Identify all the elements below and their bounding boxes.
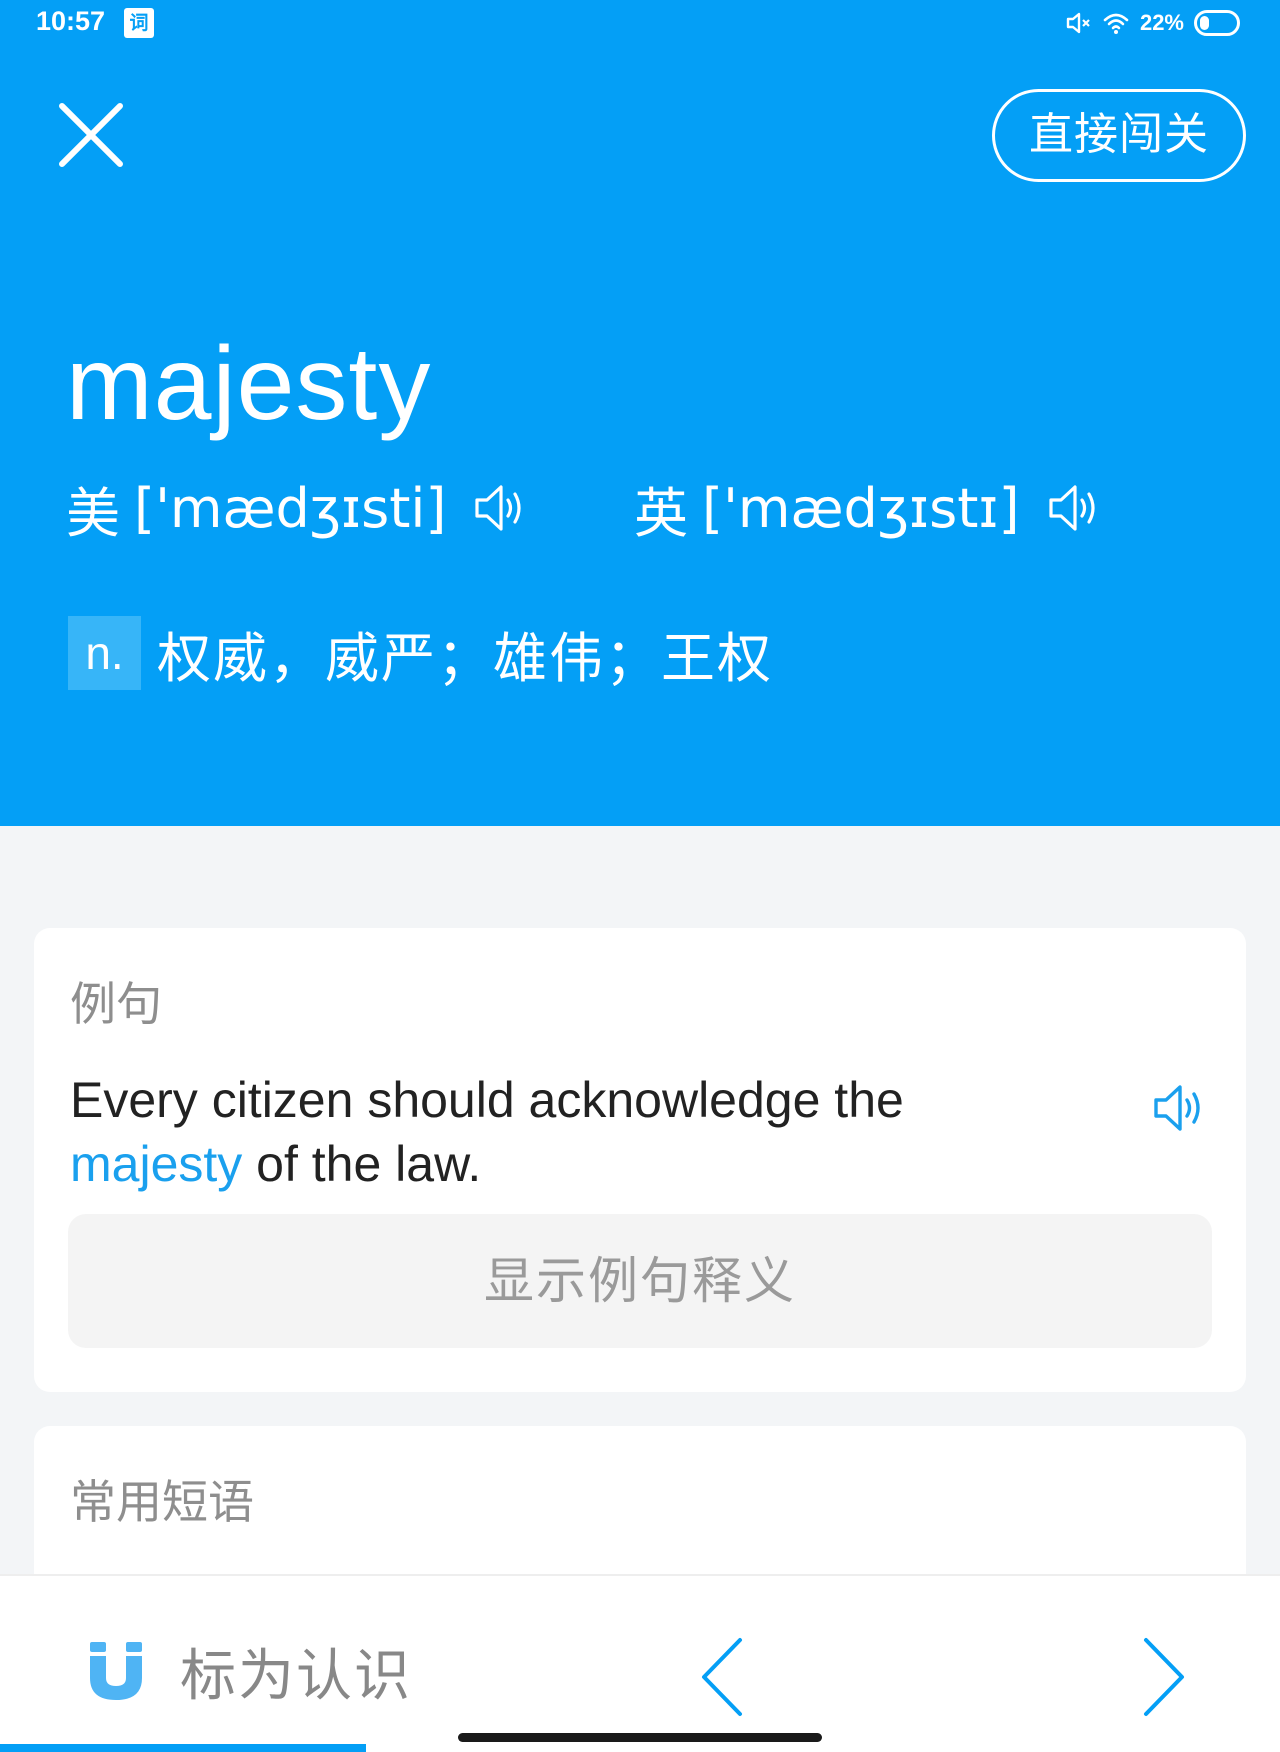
uk-speaker-icon[interactable] xyxy=(1046,479,1104,537)
example-highlight-word: majesty xyxy=(70,1136,243,1192)
status-time: 10:57 xyxy=(36,6,106,36)
mark-known-label: 标为认识 xyxy=(180,1643,412,1709)
progress-indicator xyxy=(0,1744,366,1752)
wifi-icon xyxy=(1103,13,1129,34)
chevron-right-icon[interactable] xyxy=(1134,1632,1194,1722)
direct-pass-button[interactable]: 直接闯关 xyxy=(992,89,1246,182)
close-icon[interactable] xyxy=(56,100,126,170)
example-sentence-after: of the law. xyxy=(242,1136,482,1192)
example-speaker-icon[interactable] xyxy=(1150,1078,1210,1138)
headword: majesty xyxy=(66,326,432,442)
app-notification-icon: 词 xyxy=(124,8,154,38)
status-indicators: 22% xyxy=(1064,6,1240,40)
uk-pronunciation: 英 ['mædʒɪstɪ] xyxy=(634,470,1104,546)
word-study-screen: 10:57 词 22% 直接闯关 majesty 美 ['mædʒɪsti] 英… xyxy=(0,0,1280,1752)
example-sentence: Every citizen should acknowledge the maj… xyxy=(70,1068,1030,1196)
us-region-label: 美 xyxy=(66,481,120,545)
mark-known-button[interactable]: 标为认识 xyxy=(86,1626,412,1716)
status-bar: 10:57 词 22% xyxy=(0,0,1280,46)
chevron-left-icon[interactable] xyxy=(692,1632,752,1722)
word-header-panel: 10:57 词 22% 直接闯关 majesty 美 ['mædʒɪsti] 英… xyxy=(0,0,1280,826)
battery-icon xyxy=(1194,10,1240,36)
phrases-title: 常用短语 xyxy=(70,1475,254,1529)
us-phonetic: ['mædʒɪsti] xyxy=(134,476,447,540)
bottom-action-bar: 标为认识 xyxy=(0,1574,1280,1752)
example-sentence-before: Every citizen should acknowledge the xyxy=(70,1072,904,1128)
battery-percentage: 22% xyxy=(1139,10,1184,35)
u-shape-icon xyxy=(90,1642,142,1700)
show-translation-button[interactable]: 显示例句释义 xyxy=(68,1214,1212,1348)
definition-row: n. 权威，威严；雄伟；王权 xyxy=(68,616,773,690)
examples-title: 例句 xyxy=(70,977,162,1031)
us-speaker-icon[interactable] xyxy=(472,479,530,537)
example-sentences-card: 例句 Every citizen should acknowledge the … xyxy=(34,928,1246,1392)
uk-region-label: 英 xyxy=(634,481,688,545)
part-of-speech-tag: n. xyxy=(68,616,141,690)
mute-icon xyxy=(1066,12,1090,34)
home-indicator[interactable] xyxy=(458,1733,822,1742)
definition-text: 权威，威严；雄伟；王权 xyxy=(157,626,773,690)
uk-phonetic: ['mædʒɪstɪ] xyxy=(702,476,1020,540)
us-pronunciation: 美 ['mædʒɪsti] xyxy=(66,470,530,546)
